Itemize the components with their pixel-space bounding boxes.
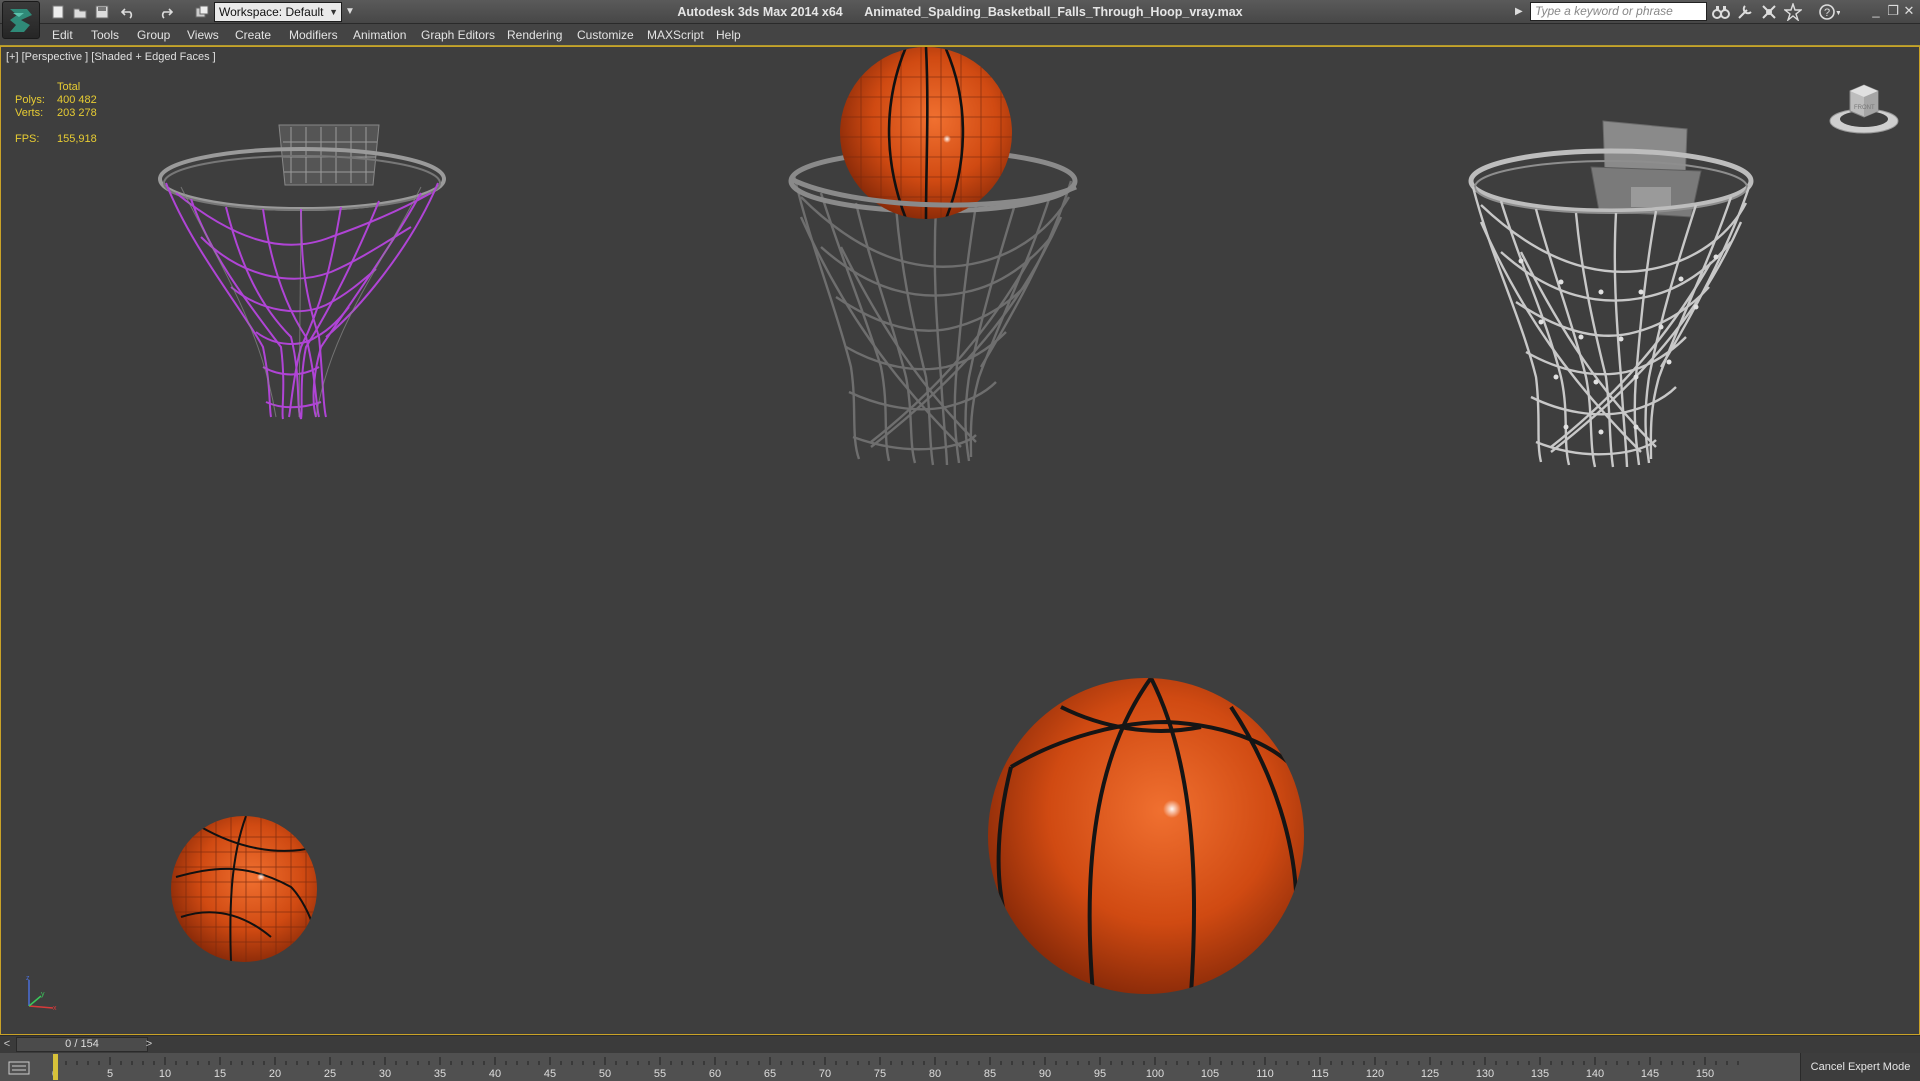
axis-tripod-icon: z y x bbox=[26, 975, 57, 1012]
communication-center-icon[interactable] bbox=[1760, 3, 1778, 21]
time-next-button[interactable]: > bbox=[142, 1037, 156, 1052]
stats-verts-label: Verts: bbox=[15, 107, 44, 119]
menu-customize[interactable]: Customize bbox=[577, 24, 634, 46]
title-bar: Workspace: Default ▼ ▼ Autodesk 3ds Max … bbox=[0, 0, 1920, 39]
svg-text:y: y bbox=[41, 991, 45, 998]
viewcube-icon[interactable]: FRONT bbox=[1824, 79, 1904, 139]
ruler-label: 60 bbox=[709, 1068, 721, 1080]
ruler-label: 45 bbox=[544, 1068, 556, 1080]
ruler-label: 70 bbox=[819, 1068, 831, 1080]
workspace-dropdown[interactable]: Workspace: Default ▼ bbox=[214, 2, 342, 22]
ruler-label: 135 bbox=[1531, 1068, 1549, 1080]
menu-maxscript[interactable]: MAXScript bbox=[647, 24, 704, 46]
ruler-label: 40 bbox=[489, 1068, 501, 1080]
ruler-label: 90 bbox=[1039, 1068, 1051, 1080]
menu-rendering[interactable]: Rendering bbox=[507, 24, 562, 46]
ruler-label: 20 bbox=[269, 1068, 281, 1080]
ruler-label: 115 bbox=[1311, 1068, 1329, 1080]
ruler-label: 105 bbox=[1201, 1068, 1219, 1080]
menu-create[interactable]: Create bbox=[235, 24, 271, 46]
ruler-label: 75 bbox=[874, 1068, 886, 1080]
ruler-label: 140 bbox=[1586, 1068, 1604, 1080]
ruler-label: 80 bbox=[929, 1068, 941, 1080]
trackbar-toggle-icon[interactable] bbox=[8, 1060, 30, 1076]
trackbar[interactable]: 0510152025303540455055606570758085909510… bbox=[0, 1053, 1800, 1081]
ruler-label: 130 bbox=[1476, 1068, 1494, 1080]
search-input[interactable]: Type a keyword or phrase bbox=[1530, 2, 1707, 21]
help-icon[interactable]: ? ▼ bbox=[1818, 3, 1842, 21]
menu-group[interactable]: Group bbox=[137, 24, 170, 46]
ruler-label: 150 bbox=[1696, 1068, 1714, 1080]
ruler-label: 5 bbox=[107, 1068, 113, 1080]
viewcube-front-label: FRONT bbox=[1854, 105, 1875, 111]
minimize-icon[interactable]: _ bbox=[1869, 3, 1883, 19]
favorites-star-icon[interactable] bbox=[1783, 1, 1803, 23]
menu-graph-editors[interactable]: Graph Editors bbox=[421, 24, 495, 46]
ruler-label: 55 bbox=[654, 1068, 666, 1080]
ruler-label: 110 bbox=[1256, 1068, 1274, 1080]
stats-fps-label: FPS: bbox=[15, 133, 40, 145]
menu-edit[interactable]: Edit bbox=[52, 24, 73, 46]
ruler-label: 50 bbox=[599, 1068, 611, 1080]
frame-ruler[interactable]: 0510152025303540455055606570758085909510… bbox=[52, 1053, 1752, 1081]
hoop-solid-grey[interactable] bbox=[1468, 120, 1754, 468]
ruler-label: 100 bbox=[1146, 1068, 1164, 1080]
ruler-label: 15 bbox=[214, 1068, 226, 1080]
file-name: Animated_Spalding_Basketball_Falls_Throu… bbox=[864, 5, 1243, 19]
close-icon[interactable]: ✕ bbox=[1902, 3, 1916, 19]
menu-help[interactable]: Help bbox=[716, 24, 741, 46]
svg-text:z: z bbox=[26, 975, 30, 982]
ruler-label: 10 bbox=[159, 1068, 171, 1080]
basketball-solid-large[interactable] bbox=[988, 678, 1304, 994]
basketball-wireframe-small[interactable] bbox=[171, 816, 317, 962]
svg-text:?: ? bbox=[1824, 7, 1830, 19]
cancel-expert-mode-button[interactable]: Cancel Expert Mode bbox=[1800, 1053, 1920, 1081]
menu-modifiers[interactable]: Modifiers bbox=[289, 24, 338, 46]
project-folder-icon[interactable] bbox=[192, 2, 212, 22]
time-slider[interactable]: < 0 / 154 > bbox=[0, 1036, 1920, 1053]
menu-views[interactable]: Views bbox=[187, 24, 219, 46]
stats-fps-value: 155,918 bbox=[57, 133, 97, 145]
redo-icon[interactable] bbox=[156, 2, 176, 22]
hoop-wireframe-grey-with-ball[interactable] bbox=[788, 47, 1078, 466]
new-file-icon[interactable] bbox=[48, 2, 68, 22]
time-slider-thumb[interactable]: 0 / 154 bbox=[16, 1037, 148, 1052]
ruler-label: 95 bbox=[1094, 1068, 1106, 1080]
menu-animation[interactable]: Animation bbox=[353, 24, 406, 46]
stats-verts-value: 203 278 bbox=[57, 107, 97, 119]
ruler-label: 85 bbox=[984, 1068, 996, 1080]
menu-tools[interactable]: Tools bbox=[91, 24, 119, 46]
viewport-label[interactable]: [+] [Perspective ] [Shaded + Edged Faces… bbox=[6, 51, 216, 63]
stats-polys-label: Polys: bbox=[15, 94, 45, 106]
current-frame-marker[interactable] bbox=[53, 1054, 58, 1080]
timeline-panel: < 0 / 154 > 0510152025303540455055606570… bbox=[0, 1035, 1920, 1081]
subscription-center-icon[interactable] bbox=[1736, 3, 1754, 21]
restore-icon[interactable]: ❐ bbox=[1886, 3, 1900, 19]
hoop-wireframe-purple[interactable] bbox=[158, 124, 446, 420]
ruler-label: 145 bbox=[1641, 1068, 1659, 1080]
ruler-label: 35 bbox=[434, 1068, 446, 1080]
scene-render[interactable] bbox=[1, 47, 1919, 1034]
ruler-label: 65 bbox=[764, 1068, 776, 1080]
ruler-label: 120 bbox=[1366, 1068, 1384, 1080]
customize-quick-access-icon[interactable]: ▼ bbox=[345, 2, 365, 22]
ruler-label: 25 bbox=[324, 1068, 336, 1080]
time-prev-button[interactable]: < bbox=[0, 1037, 14, 1052]
binoculars-icon[interactable] bbox=[1712, 3, 1730, 21]
3dsmax-logo-icon bbox=[10, 9, 32, 32]
stats-total-label: Total bbox=[57, 81, 81, 93]
app-menu-button[interactable] bbox=[2, 1, 40, 39]
menu-bar: Edit Tools Group Views Create Modifiers … bbox=[0, 24, 1920, 46]
chevron-down-icon: ▼ bbox=[329, 7, 338, 17]
open-file-icon[interactable] bbox=[70, 2, 90, 22]
ruler-label: 30 bbox=[379, 1068, 391, 1080]
app-name: Autodesk 3ds Max 2014 x64 bbox=[677, 5, 843, 19]
undo-icon[interactable] bbox=[118, 2, 138, 22]
ruler-label: 125 bbox=[1421, 1068, 1439, 1080]
perspective-viewport[interactable]: [+] [Perspective ] [Shaded + Edged Faces… bbox=[0, 46, 1920, 1035]
svg-text:x: x bbox=[53, 1005, 57, 1012]
svg-text:▼: ▼ bbox=[1835, 10, 1840, 17]
stats-polys-value: 400 482 bbox=[57, 94, 97, 106]
save-icon[interactable] bbox=[92, 2, 112, 22]
